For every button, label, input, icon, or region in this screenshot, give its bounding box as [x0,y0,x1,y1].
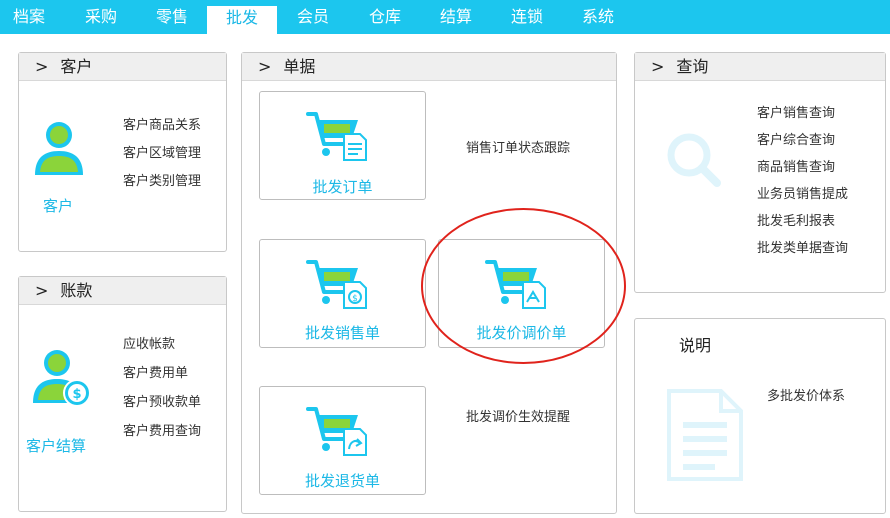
chevron-right-icon: > [35,57,49,76]
svg-text:$: $ [352,294,358,304]
cart-invoice-icon: $ [306,260,367,309]
link-customer-sales-query[interactable]: 客户销售查询 [757,102,835,121]
customer-panel-title: 客户 [60,57,93,76]
nav-tab-member[interactable]: 会员 [278,0,348,34]
notes-panel: 说明 多批发价体系 [634,318,886,514]
customer-panel-header: > 客户 [19,53,226,81]
link-customer-comprehensive-query[interactable]: 客户综合查询 [757,129,835,148]
customer-settlement-label[interactable]: 客户结算 [26,435,86,456]
query-panel: > 查询 客户销售查询 客户综合查询 商品销售查询 业务员销售提成 批发毛利报表 … [634,52,886,293]
link-product-sales-query[interactable]: 商品销售查询 [757,156,835,175]
wholesale-order-label: 批发订单 [312,178,373,196]
query-panel-header: > 查询 [635,53,885,81]
customer-panel: > 客户 客户 客户商品关系 客户区域管理 客户类别管理 [18,52,227,252]
wholesale-return-label: 批发退货单 [304,472,380,490]
svg-text:$: $ [72,387,81,402]
link-sales-order-tracking[interactable]: 销售订单状态跟踪 [466,137,570,156]
cart-adjust-icon [485,260,546,309]
account-panel-header: > 账款 [19,277,226,305]
link-customer-region-management[interactable]: 客户区域管理 [123,142,201,161]
cart-return-icon [306,407,367,456]
query-panel-title: 查询 [676,57,709,76]
wholesale-return-button[interactable]: 批发退货单 [259,386,426,495]
account-panel-title: 账款 [60,281,93,300]
chevron-right-icon: > [35,281,49,300]
chevron-right-icon: > [258,57,272,76]
link-customer-expense-query[interactable]: 客户费用查询 [123,420,201,439]
nav-tab-chain[interactable]: 连锁 [492,0,562,34]
link-customer-prepayment-bill[interactable]: 客户预收款单 [123,391,201,410]
nav-tab-wholesale[interactable]: 批发 [207,6,277,34]
link-receivables[interactable]: 应收帐款 [123,333,175,352]
link-customer-category-management[interactable]: 客户类别管理 [123,170,201,189]
link-customer-expense-bill[interactable]: 客户费用单 [123,362,188,381]
wholesale-price-adjust-button[interactable]: 批发价调价单 [438,239,605,348]
wholesale-price-adjust-label: 批发价调价单 [476,324,567,342]
nav-tab-purchase[interactable]: 采购 [66,0,136,34]
nav-tab-retail[interactable]: 零售 [136,0,208,34]
customer-icon-label[interactable]: 客户 [43,195,73,216]
link-wholesale-document-query[interactable]: 批发类单据查询 [757,237,848,256]
link-wholesale-gross-profit-report[interactable]: 批发毛利报表 [757,210,835,229]
notes-text: 多批发价体系 [767,389,846,404]
nav-tab-archive[interactable]: 档案 [0,0,58,34]
customer-settlement-icon[interactable]: $ [31,347,93,409]
notes-panel-title: 说明 [679,336,712,355]
account-panel: > 账款 $ 客户结算 应收帐款 客户费用单 客户预收款单 客户费用查询 [18,276,227,512]
documents-panel-title: 单据 [283,57,316,76]
link-customer-product-relation[interactable]: 客户商品关系 [123,114,201,133]
link-salesperson-commission[interactable]: 业务员销售提成 [757,183,848,202]
wholesale-order-button[interactable]: 批发订单 [259,91,426,200]
wholesale-sales-button[interactable]: $ 批发销售单 [259,239,426,348]
link-price-effective-reminder[interactable]: 批发调价生效提醒 [466,406,570,425]
nav-tab-system[interactable]: 系统 [563,0,633,34]
document-icon [667,389,743,481]
documents-panel-header: > 单据 [242,53,616,81]
nav-tab-warehouse[interactable]: 仓库 [350,0,420,34]
cart-document-icon [306,112,367,161]
magnifier-icon [667,133,721,187]
nav-tab-settlement[interactable]: 结算 [421,0,491,34]
top-nav: 档案 采购 零售 批发 会员 仓库 结算 连锁 系统 [0,0,890,34]
wholesale-sales-label: 批发销售单 [304,324,380,342]
customer-user-icon[interactable] [31,119,87,177]
chevron-right-icon: > [651,57,665,76]
